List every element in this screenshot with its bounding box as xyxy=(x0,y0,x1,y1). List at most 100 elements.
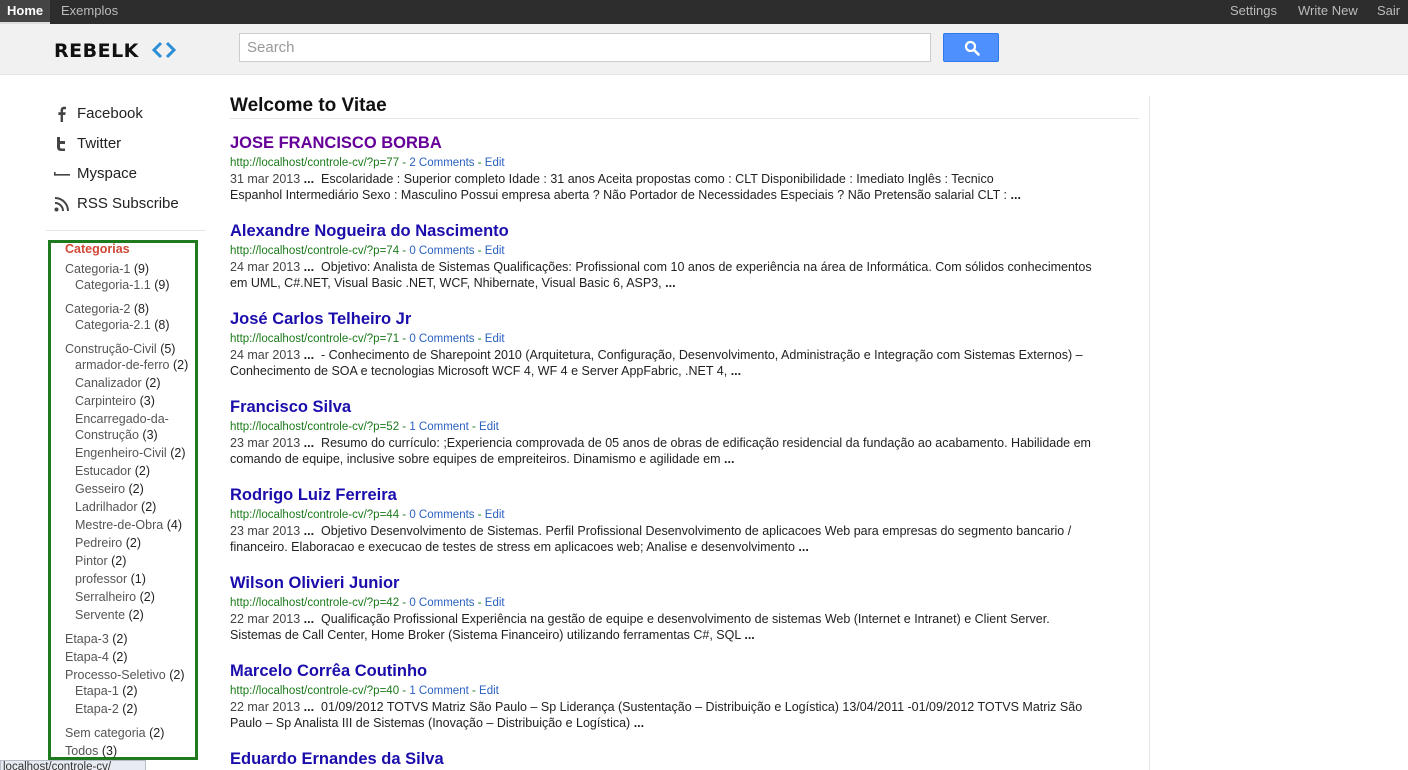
category-item[interactable]: Etapa-1 (2) xyxy=(75,684,138,698)
category-item[interactable]: Etapa-2 (2) xyxy=(75,702,138,716)
category-item[interactable]: Processo-Seletivo (2) xyxy=(65,668,185,682)
result-url: http://localhost/controle-cv/?p=77 xyxy=(230,157,400,169)
category-name: Sem categoria xyxy=(65,726,146,740)
result-url: http://localhost/controle-cv/?p=44 xyxy=(230,509,400,521)
comments-link[interactable]: 0 Comments xyxy=(409,597,474,609)
category-item[interactable]: Pedreiro (2) xyxy=(75,536,141,550)
search-result: Wilson Olivieri Junior http://localhost/… xyxy=(230,573,1142,643)
header: REBELK Search xyxy=(0,24,1408,75)
category-count: (3) xyxy=(139,394,155,408)
category-name: Ladrilhador xyxy=(75,500,138,514)
category-item[interactable]: Categoria-1 (9) xyxy=(65,262,149,276)
nav-home[interactable]: Home xyxy=(0,0,51,24)
category-count: (5) xyxy=(160,342,176,356)
myspace-icon xyxy=(54,172,70,176)
category-count: (2) xyxy=(169,668,185,682)
comments-link[interactable]: 1 Comment xyxy=(409,421,468,433)
category-count: (2) xyxy=(134,464,151,478)
result-url: http://localhost/controle-cv/?p=52 xyxy=(230,421,400,433)
search-result: José Carlos Telheiro Jr http://localhost… xyxy=(230,309,1142,379)
result-title-link[interactable]: Wilson Olivieri Junior xyxy=(230,573,1142,593)
search-result: Marcelo Corrêa Coutinho http://localhost… xyxy=(230,661,1142,731)
edit-link[interactable]: Edit xyxy=(485,157,505,169)
result-title-link[interactable]: Alexandre Nogueira do Nascimento xyxy=(230,221,1142,241)
category-item[interactable]: armador-de-ferro (2) xyxy=(75,358,188,372)
category-item[interactable]: Estucador (2) xyxy=(75,464,150,478)
nav-examples[interactable]: Exemplos xyxy=(61,0,118,24)
category-item[interactable]: Categoria-2 (8) xyxy=(65,302,149,316)
category-name: Etapa-4 xyxy=(65,650,109,664)
category-count: (2) xyxy=(172,358,189,372)
social-label: Facebook xyxy=(77,105,143,122)
category-name: Gesseiro xyxy=(75,482,126,496)
result-snippet: 24 mar 2013 ... - Conhecimento de Sharep… xyxy=(230,348,1083,378)
category-item[interactable]: Carpinteiro (3) xyxy=(75,394,155,408)
nav-settings[interactable]: Settings xyxy=(1230,0,1277,24)
category-item[interactable]: Engenheiro-Civil (2) xyxy=(75,446,185,460)
result-title-link[interactable]: José Carlos Telheiro Jr xyxy=(230,309,1142,329)
comments-link[interactable]: 2 Comments xyxy=(409,157,474,169)
categories-heading: Categorias xyxy=(65,242,130,256)
search-result: Francisco Silva http://localhost/control… xyxy=(230,397,1142,467)
result-url: http://localhost/controle-cv/?p=42 xyxy=(230,597,400,609)
edit-link[interactable]: Edit xyxy=(485,245,505,257)
result-title-link[interactable]: JOSE FRANCISCO BORBA xyxy=(230,133,1142,153)
category-item[interactable]: professor (1) xyxy=(75,572,146,586)
category-item[interactable]: Canalizador (2) xyxy=(75,376,160,390)
category-item[interactable]: Categoria-2.1 (8) xyxy=(75,318,170,332)
comments-link[interactable]: 1 Comment xyxy=(409,685,468,697)
result-snippet: 31 mar 2013 ... Escolaridade : Superior … xyxy=(230,172,1021,202)
search-input[interactable]: Search xyxy=(239,33,931,62)
result-url: http://localhost/controle-cv/?p=40 xyxy=(230,685,400,697)
rss-icon xyxy=(54,197,69,212)
category-item[interactable]: Pintor (2) xyxy=(75,554,126,568)
comments-link[interactable]: 0 Comments xyxy=(409,245,474,257)
category-count: (8) xyxy=(154,318,170,332)
category-item[interactable]: Servente (2) xyxy=(75,608,144,622)
category-item[interactable]: Encarregado-da- xyxy=(75,412,169,426)
category-item[interactable]: Serralheiro (2) xyxy=(75,590,155,604)
category-item[interactable]: Mestre-de-Obra (4) xyxy=(75,518,182,532)
result-title-link[interactable]: Rodrigo Luiz Ferreira xyxy=(230,485,1142,505)
category-name: Pintor xyxy=(75,554,108,568)
edit-link[interactable]: Edit xyxy=(485,509,505,521)
comments-link[interactable]: 0 Comments xyxy=(409,333,474,345)
search-result: Alexandre Nogueira do Nascimento http://… xyxy=(230,221,1142,291)
search-result: Eduardo Ernandes da Silva xyxy=(230,749,1142,769)
category-count: (1) xyxy=(130,572,146,586)
category-name: Engenheiro-Civil xyxy=(75,446,167,460)
social-label: RSS Subscribe xyxy=(77,195,179,212)
edit-link[interactable]: Edit xyxy=(479,421,499,433)
category-item[interactable]: Construção-Civil (5) xyxy=(65,342,175,356)
category-item[interactable]: Todos (3) xyxy=(65,744,117,758)
edit-link[interactable]: Edit xyxy=(485,597,505,609)
comments-link[interactable]: 0 Comments xyxy=(409,509,474,521)
edit-link[interactable]: Edit xyxy=(485,333,505,345)
category-count: (2) xyxy=(141,500,157,514)
divider xyxy=(46,230,206,231)
edit-link[interactable]: Edit xyxy=(479,685,499,697)
category-name: Estucador xyxy=(75,464,132,478)
category-item[interactable]: Construção (3) xyxy=(75,428,158,442)
category-count: (2) xyxy=(128,608,144,622)
category-count: (9) xyxy=(133,262,150,276)
nav-sair[interactable]: Sair xyxy=(1377,0,1400,24)
category-item[interactable]: Etapa-3 (2) xyxy=(65,632,128,646)
category-name: Categoria-2 xyxy=(65,302,131,316)
result-title-link[interactable]: Francisco Silva xyxy=(230,397,1142,417)
category-item[interactable]: Etapa-4 (2) xyxy=(65,650,128,664)
category-item[interactable]: Sem categoria (2) xyxy=(65,726,164,740)
logo-text[interactable]: REBELK xyxy=(54,40,139,62)
category-item[interactable]: Categoria-1.1 (9) xyxy=(75,278,170,292)
result-title-link[interactable]: Marcelo Corrêa Coutinho xyxy=(230,661,1142,681)
category-name: Construção xyxy=(75,428,139,442)
search-button[interactable] xyxy=(943,33,999,62)
category-name: Categoria-2.1 xyxy=(75,318,151,332)
nav-write-new[interactable]: Write New xyxy=(1298,0,1358,24)
result-title-link[interactable]: Eduardo Ernandes da Silva xyxy=(230,749,1142,769)
twitter-icon xyxy=(57,137,65,151)
category-item[interactable]: Gesseiro (2) xyxy=(75,482,144,496)
category-item[interactable]: Ladrilhador (2) xyxy=(75,500,156,514)
category-count: (2) xyxy=(111,554,127,568)
category-name: Mestre-de-Obra xyxy=(75,518,164,532)
